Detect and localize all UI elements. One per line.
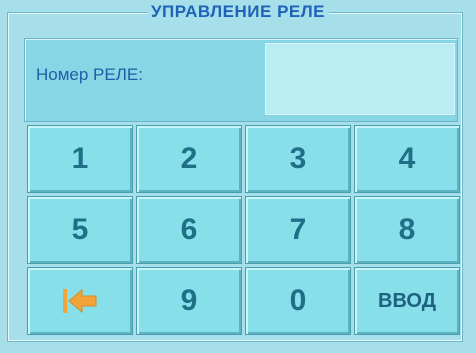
key-4[interactable]: 4 [354, 125, 460, 193]
key-2[interactable]: 2 [136, 125, 242, 193]
title-text: УПРАВЛЕНИЕ РЕЛЕ [146, 2, 330, 21]
key-0-label: 0 [289, 284, 307, 317]
key-1[interactable]: 1 [27, 125, 133, 193]
key-8[interactable]: 8 [354, 196, 460, 264]
relay-number-panel: Номер РЕЛЕ: [24, 38, 458, 122]
key-0[interactable]: 0 [245, 267, 351, 335]
key-9[interactable]: 9 [136, 267, 242, 335]
key-7-label: 7 [289, 213, 307, 246]
key-2-label: 2 [180, 142, 198, 175]
relay-number-label: Номер РЕЛЕ: [36, 65, 143, 84]
key-8-label: 8 [398, 213, 416, 246]
key-7[interactable]: 7 [245, 196, 351, 264]
key-9-label: 9 [180, 284, 198, 317]
key-5[interactable]: 5 [27, 196, 133, 264]
key-3[interactable]: 3 [245, 125, 351, 193]
enter-label: ВВОД [378, 289, 436, 312]
key-5-label: 5 [71, 213, 89, 246]
key-3-label: 3 [289, 142, 307, 175]
key-6-label: 6 [180, 213, 198, 246]
backspace-button[interactable] [27, 267, 133, 335]
enter-button[interactable]: ВВОД [354, 267, 460, 335]
window-title: УПРАВЛЕНИЕ РЕЛЕ [0, 2, 476, 22]
relay-number-field[interactable] [265, 43, 455, 115]
backspace-arrow-icon [60, 287, 100, 315]
key-1-label: 1 [71, 142, 89, 175]
key-6[interactable]: 6 [136, 196, 242, 264]
key-4-label: 4 [398, 142, 416, 175]
